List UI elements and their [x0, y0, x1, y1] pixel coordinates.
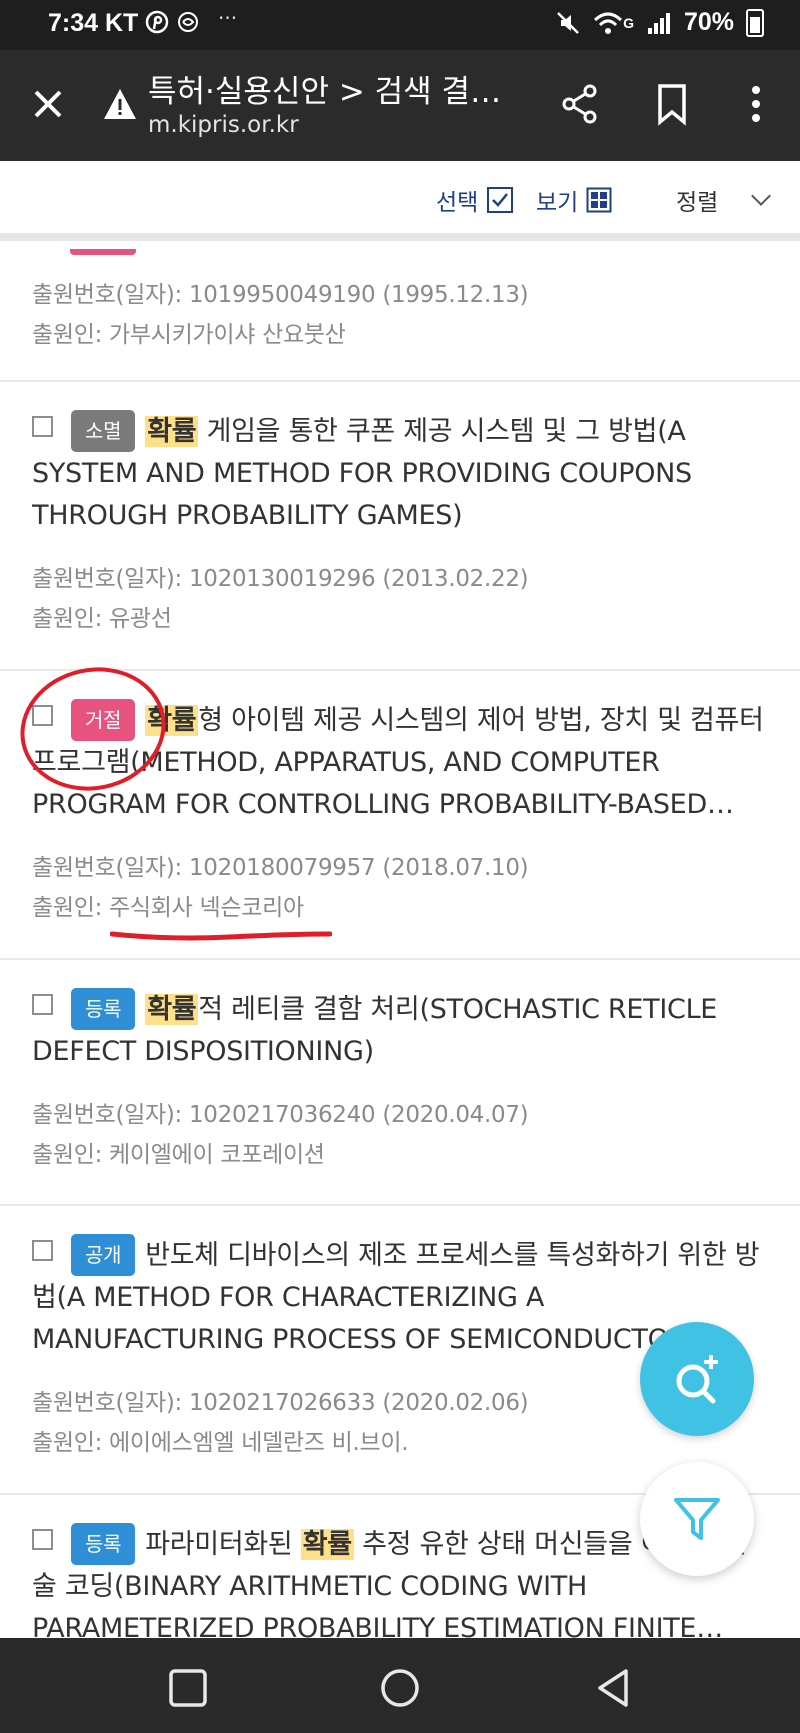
view-label: 보기 — [536, 190, 579, 216]
nav-recent-icon[interactable] — [166, 1666, 210, 1710]
sort-label: 정렬 — [676, 190, 719, 216]
grid-icon — [586, 187, 612, 213]
item-checkbox[interactable] — [32, 1240, 53, 1261]
application-number: 출원번호(일자): 1020180079957 (2018.07.10) — [32, 855, 529, 881]
network-type: G — [623, 14, 634, 31]
nav-back-icon[interactable] — [592, 1666, 636, 1710]
battery-percent: 70% — [683, 8, 734, 36]
list-item[interactable]: 소멸 확률 게임을 통한 쿠폰 제공 시스템 및 그 방법(A SYSTEM AN… — [0, 382, 800, 671]
applicant: 출원인: 가부시키가이샤 산요붓산 — [32, 322, 346, 348]
checkbox-icon — [487, 187, 514, 213]
advanced-search-button[interactable] — [640, 1322, 754, 1436]
status-badge: 등록 — [71, 988, 136, 1030]
item-checkbox[interactable] — [32, 416, 53, 437]
keyword-highlight: 확률 — [300, 1529, 354, 1560]
filter-icon — [674, 1498, 720, 1540]
filter-button[interactable] — [640, 1462, 754, 1576]
application-number: 출원번호(일자): 1019950049190 (1995.12.13) — [32, 282, 529, 308]
status-bar: 7:34 KT ··· G 70% — [0, 0, 800, 50]
view-toggle[interactable]: 보기 — [536, 183, 612, 217]
status-time: 7:34 KT — [48, 9, 200, 38]
page-url[interactable]: m.kipris.or.kr — [148, 112, 299, 138]
sort-dropdown[interactable]: 정렬 — [676, 183, 772, 217]
chevron-down-icon — [751, 186, 772, 206]
keyword-highlight: 확률 — [145, 416, 199, 447]
application-number: 출원번호(일자): 1020130019296 (2013.02.22) — [32, 566, 529, 592]
bookmark-icon[interactable] — [654, 82, 690, 126]
clock: 7:34 — [48, 9, 99, 37]
share-icon[interactable] — [560, 82, 600, 126]
application-number: 출원번호(일자): 1020217036240 (2020.04.07) — [32, 1102, 529, 1128]
more-notifications: ··· — [218, 6, 238, 30]
status-badge — [70, 249, 136, 255]
signal-icon — [647, 12, 670, 34]
applicant: 출원인: 유광선 — [32, 606, 172, 632]
wifi-icon — [594, 12, 623, 34]
item-checkbox[interactable] — [32, 1529, 53, 1550]
item-title[interactable]: 등록 확률적 레티클 결함 처리(STOCHASTIC RETICLE DEFEC… — [32, 988, 770, 1073]
select-toggle[interactable]: 선택 — [436, 183, 514, 217]
status-badge: 등록 — [71, 1523, 136, 1565]
system-nav-bar — [0, 1638, 800, 1733]
nav-home-icon[interactable] — [378, 1666, 422, 1710]
select-label: 선택 — [436, 190, 479, 216]
carrier: KT — [105, 9, 139, 37]
list-item[interactable]: 등록 확률적 레티클 결함 처리(STOCHASTIC RETICLE DEFEC… — [0, 960, 800, 1206]
warning-icon[interactable] — [102, 86, 138, 122]
item-title[interactable]: 소멸 확률 게임을 통한 쿠폰 제공 시스템 및 그 방법(A SYSTEM AN… — [32, 410, 770, 537]
item-checkbox[interactable] — [32, 994, 53, 1015]
search-plus-icon — [676, 1355, 718, 1404]
annotation-underline — [110, 931, 332, 941]
page-title[interactable]: 특허·실용신안 > 검색 결과... — [148, 66, 528, 111]
list-item[interactable]: 출원번호(일자): 1019950049190 (1995.12.13) 출원인… — [0, 249, 800, 382]
browser-toolbar: 특허·실용신안 > 검색 결과... m.kipris.or.kr — [0, 50, 800, 161]
battery-icon — [746, 8, 764, 37]
applicant: 출원인: 주식회사 넥슨코리아 — [32, 895, 304, 921]
app-notification-icon — [178, 12, 199, 32]
close-icon[interactable] — [28, 84, 68, 124]
result-controls: 선택 보기 정렬 — [0, 161, 800, 241]
status-badge: 공개 — [71, 1234, 136, 1276]
pinterest-icon — [146, 10, 169, 34]
status-badge: 소멸 — [71, 410, 136, 452]
keyword-highlight: 확률 — [145, 994, 199, 1025]
applicant: 출원인: 에이에스엠엘 네델란즈 비.브이. — [32, 1430, 409, 1456]
mute-icon — [557, 11, 579, 34]
more-vert-icon[interactable] — [742, 82, 770, 126]
applicant: 출원인: 케이엘에이 코포레이션 — [32, 1142, 325, 1168]
status-indicators: G 70% — [555, 8, 764, 37]
